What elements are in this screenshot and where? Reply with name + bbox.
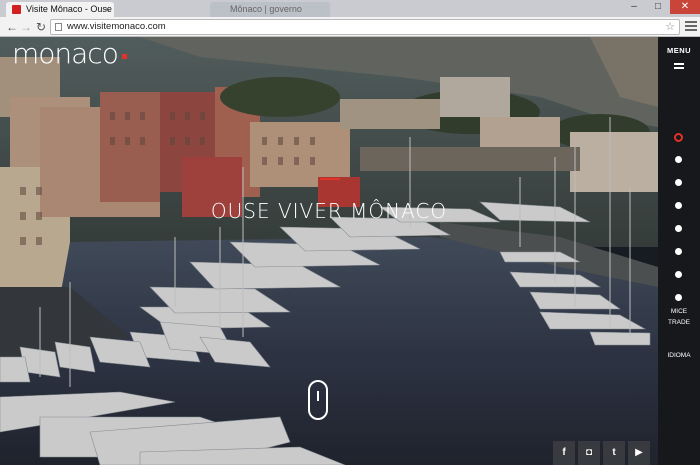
tab-title: Mônaco | governo	[230, 4, 302, 14]
monaco-logo[interactable]: monaco	[12, 37, 119, 70]
browser-tab-bar: Visite Mônaco - Ouse Viv × Mônaco | gove…	[0, 0, 700, 17]
slide-dot-1[interactable]	[674, 133, 683, 142]
scroll-down-mouse-icon[interactable]	[308, 380, 328, 420]
hero-section: monaco OUSE VIVER MÔNACO f ◘ t ▶	[0, 37, 658, 465]
site-favicon-icon	[12, 5, 21, 14]
menu-label[interactable]: MENU	[658, 46, 700, 55]
address-bar[interactable]: www.visitemonaco.com ☆	[50, 19, 680, 35]
slide-dot-8[interactable]	[675, 294, 682, 301]
hero-title: OUSE VIVER MÔNACO	[210, 199, 448, 223]
slide-dot-3[interactable]	[675, 179, 682, 186]
facebook-icon[interactable]: f	[553, 441, 575, 465]
tab-close-icon[interactable]: ×	[105, 2, 110, 17]
tab-secondary[interactable]: Mônaco | governo	[210, 2, 330, 17]
twitter-icon[interactable]: t	[603, 441, 625, 465]
browser-menu-icon[interactable]	[685, 21, 697, 31]
tab-visite-monaco[interactable]: Visite Mônaco - Ouse Viv ×	[6, 2, 114, 17]
mouse-wheel-icon	[317, 391, 319, 401]
trade-link[interactable]: TRADE	[658, 318, 700, 328]
mice-link[interactable]: MICE	[658, 307, 700, 317]
language-selector[interactable]: IDIOMA	[658, 351, 700, 361]
slide-dot-4[interactable]	[675, 202, 682, 209]
tab-title: Visite Mônaco - Ouse Viv	[26, 4, 114, 14]
forward-arrow-icon[interactable]: →	[18, 19, 34, 35]
close-window-button[interactable]: ✕	[670, 0, 700, 14]
maximize-button[interactable]: □	[646, 0, 670, 14]
browser-toolbar: ← → ↻ www.visitemonaco.com ☆	[0, 17, 700, 37]
slide-dot-2[interactable]	[675, 156, 682, 163]
slide-dot-6[interactable]	[675, 248, 682, 255]
hamburger-menu-icon[interactable]	[674, 63, 684, 71]
logo-accent-dot	[122, 54, 127, 59]
youtube-icon[interactable]: ▶	[628, 441, 650, 465]
url-text: www.visitemonaco.com	[67, 21, 166, 32]
title-accent-bar	[320, 178, 340, 180]
bookmark-star-icon[interactable]: ☆	[665, 20, 675, 34]
harbor-photo	[0, 37, 658, 465]
slide-dot-7[interactable]	[675, 271, 682, 278]
side-navigation: MENU MICE TRADE IDIOMA	[658, 37, 700, 465]
website-viewport: monaco OUSE VIVER MÔNACO f ◘ t ▶ MENU MI…	[0, 37, 700, 465]
slide-dot-5[interactable]	[675, 225, 682, 232]
page-icon	[55, 23, 62, 31]
reload-icon[interactable]: ↻	[33, 19, 49, 35]
instagram-icon[interactable]: ◘	[578, 441, 600, 465]
minimize-button[interactable]: –	[622, 0, 646, 14]
